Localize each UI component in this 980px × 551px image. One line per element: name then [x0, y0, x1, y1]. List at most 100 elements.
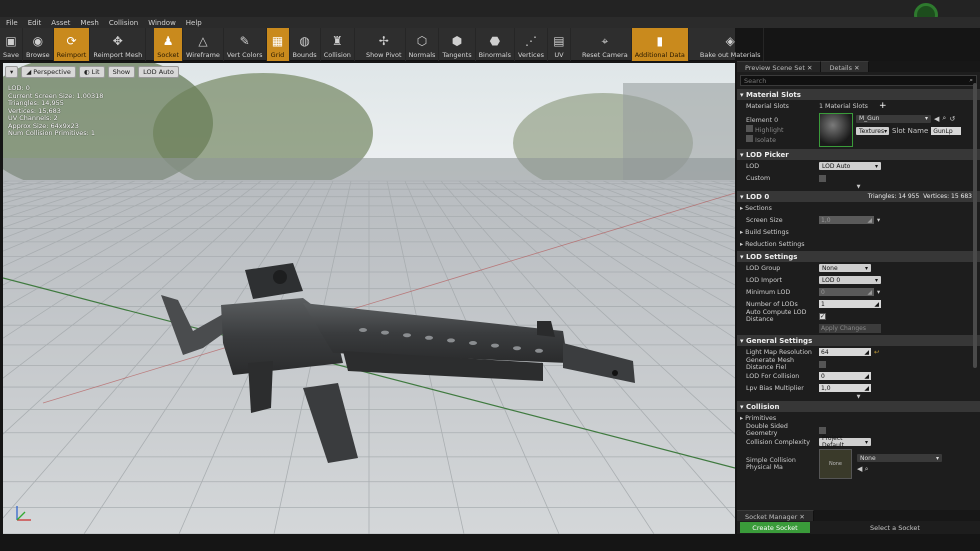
socket-manager-panel: Socket Manager ✕ Create Socket Select a …: [737, 510, 980, 534]
add-slot-icon[interactable]: +: [879, 101, 887, 111]
uv-button[interactable]: ▤ UV: [548, 28, 571, 61]
show-pivot-button[interactable]: ✢ Show Pivot: [363, 28, 406, 61]
show-button[interactable]: Show: [107, 66, 136, 78]
bake-out-materials-button[interactable]: ◈ Bake out Materials: [697, 28, 765, 61]
num-lods-value: 1: [821, 300, 825, 308]
browse-material-icon[interactable]: ⌕: [942, 114, 946, 123]
highlight-label: Highlight: [755, 127, 784, 134]
menu-item-help[interactable]: Help: [186, 19, 202, 27]
collision-button[interactable]: ♜ Collision: [321, 28, 355, 61]
menu-item-file[interactable]: File: [6, 19, 18, 27]
material-thumbnail[interactable]: [819, 113, 853, 147]
distance-field-checkbox[interactable]: [819, 360, 826, 368]
additional-data-button[interactable]: ▮ Additional Data: [631, 28, 689, 61]
section-material-slots[interactable]: ▾ Material Slots: [737, 89, 980, 100]
tab-details[interactable]: Details ✕: [821, 61, 869, 72]
textures-dropdown[interactable]: Textures ▾: [856, 127, 889, 135]
toolbar-label: Show Pivot: [365, 51, 402, 59]
highlight-checkbox[interactable]: [746, 125, 753, 132]
toolbar-label: Grid: [270, 51, 285, 59]
socket-button[interactable]: ♟ Socket: [154, 28, 183, 61]
phys-material-thumbnail[interactable]: None: [819, 449, 852, 479]
reimport-button[interactable]: ⟳ Reimport: [53, 28, 91, 61]
screen-size-input[interactable]: 1,0 ◢: [819, 216, 874, 224]
reset-camera-button[interactable]: ⌖ Reset Camera: [579, 28, 632, 61]
viewport-options-button[interactable]: ▾: [5, 66, 19, 78]
min-lod-input[interactable]: 0 ◢: [819, 288, 874, 296]
select-socket-text: Select a Socket: [870, 523, 920, 532]
simple-phys-label: Simple Collision Physical Ma: [746, 457, 796, 471]
lod-collision-value: 0: [821, 372, 825, 380]
vert-colors-button[interactable]: ✎ Vert Colors: [224, 28, 267, 61]
perspective-button[interactable]: ◢ Perspective: [21, 66, 76, 78]
menu-item-collision[interactable]: Collision: [109, 19, 138, 27]
lod-import-dropdown[interactable]: LOD 0 ▾: [819, 276, 881, 284]
reset-default-icon[interactable]: ↩: [874, 349, 879, 356]
menu-item-edit[interactable]: Edit: [28, 19, 42, 27]
phys-material-select[interactable]: None ▾: [857, 454, 942, 462]
menu-item-asset[interactable]: Asset: [51, 19, 70, 27]
section-lod0[interactable]: ▾ LOD 0 Triangles: 14 955 Vertices: 15 68…: [737, 191, 980, 202]
search-placeholder: Search: [744, 76, 767, 85]
section-general-settings[interactable]: ▾ General Settings: [737, 335, 980, 346]
vertices-button[interactable]: ⋰ Vertices: [515, 28, 548, 61]
section-lod-settings[interactable]: ▾ LOD Settings: [737, 251, 980, 262]
sections-row[interactable]: ▸ Sections: [737, 202, 980, 214]
lit-button[interactable]: ◐ Lit: [78, 66, 105, 78]
num-lods-input[interactable]: 1 ◢: [819, 300, 881, 308]
viewport[interactable]: ▾ ◢ Perspective ◐ Lit Show LOD Auto LOD: 0…: [3, 63, 735, 534]
lod-import-value: LOD 0: [822, 276, 841, 284]
normals-icon: ⬡: [416, 34, 428, 48]
isolate-checkbox[interactable]: [746, 135, 753, 142]
apply-changes-button[interactable]: Apply Changes: [819, 323, 881, 333]
browse-icon[interactable]: ⌕: [865, 465, 869, 473]
vert-colors-icon: ✎: [239, 34, 250, 48]
wireframe-icon: △: [198, 34, 208, 48]
lightmap-input[interactable]: 64 ◢: [819, 348, 871, 356]
create-socket-button[interactable]: Create Socket: [740, 522, 810, 533]
complexity-dropdown[interactable]: Project Default ▾: [819, 435, 871, 449]
browse-button[interactable]: ◉ Browse: [23, 28, 54, 61]
material-select[interactable]: M_Gun ▾: [856, 114, 931, 123]
lod-group-dropdown[interactable]: None ▾: [819, 264, 871, 272]
wireframe-button[interactable]: △ Wireframe: [183, 28, 224, 61]
tab-socket-manager[interactable]: Socket Manager ✕: [737, 510, 814, 521]
build-settings-row[interactable]: ▸ Build Settings: [737, 226, 980, 238]
menu-item-window[interactable]: Window: [148, 19, 176, 27]
section-lod-picker[interactable]: ▾ LOD Picker: [737, 149, 980, 160]
lod-collision-input[interactable]: 0 ◢: [819, 372, 871, 380]
scrollbar[interactable]: [973, 83, 977, 368]
search-input[interactable]: Search ⌕: [740, 75, 977, 86]
textures-label: Textures: [859, 127, 885, 135]
sections-label: Sections: [745, 204, 772, 212]
grid-button[interactable]: ▦ Grid: [266, 28, 290, 61]
double-sided-checkbox[interactable]: [819, 426, 826, 434]
normals-button[interactable]: ⬡ Normals: [406, 28, 440, 61]
binormals-button[interactable]: ⬣ Binormals: [476, 28, 516, 61]
use-selected-icon[interactable]: ◀: [934, 115, 939, 123]
material-slots-label: Material Slots: [746, 102, 789, 110]
reduction-settings-row[interactable]: ▸ Reduction Settings: [737, 238, 980, 250]
tab-preview-scene[interactable]: Preview Scene Set ✕: [737, 61, 822, 72]
expand-arrow-icon[interactable]: ▼: [737, 184, 980, 190]
menu-item-mesh[interactable]: Mesh: [80, 19, 98, 27]
reset-icon[interactable]: ↺: [949, 115, 955, 123]
slot-name-input[interactable]: GunLp: [931, 127, 962, 135]
expand-arrow-icon[interactable]: ▼: [737, 394, 980, 400]
custom-checkbox[interactable]: [819, 174, 826, 182]
save-button[interactable]: ▣ Save: [0, 28, 23, 61]
bounds-button[interactable]: ◍ Bounds: [290, 28, 321, 61]
toolbar-label: UV: [554, 51, 564, 59]
toolbar-label: Wireframe: [186, 51, 220, 59]
auto-compute-checkbox[interactable]: ✓: [819, 312, 826, 320]
lod-auto-button[interactable]: LOD Auto: [138, 66, 179, 78]
section-collision[interactable]: ▾ Collision: [737, 401, 980, 412]
tab-label: Preview Scene Set: [745, 64, 805, 72]
num-lods-label: Number of LODs: [746, 300, 798, 308]
lpv-input[interactable]: 1,0 ◢: [819, 384, 871, 392]
use-selected-icon[interactable]: ◀: [857, 465, 862, 473]
lod-dropdown[interactable]: LOD Auto ▾: [819, 162, 881, 170]
tangents-button[interactable]: ⬢ Tangents: [439, 28, 476, 61]
reimport-mesh-button[interactable]: ✥ Reimport Mesh: [90, 28, 147, 61]
section-title: Material Slots: [745, 90, 801, 99]
